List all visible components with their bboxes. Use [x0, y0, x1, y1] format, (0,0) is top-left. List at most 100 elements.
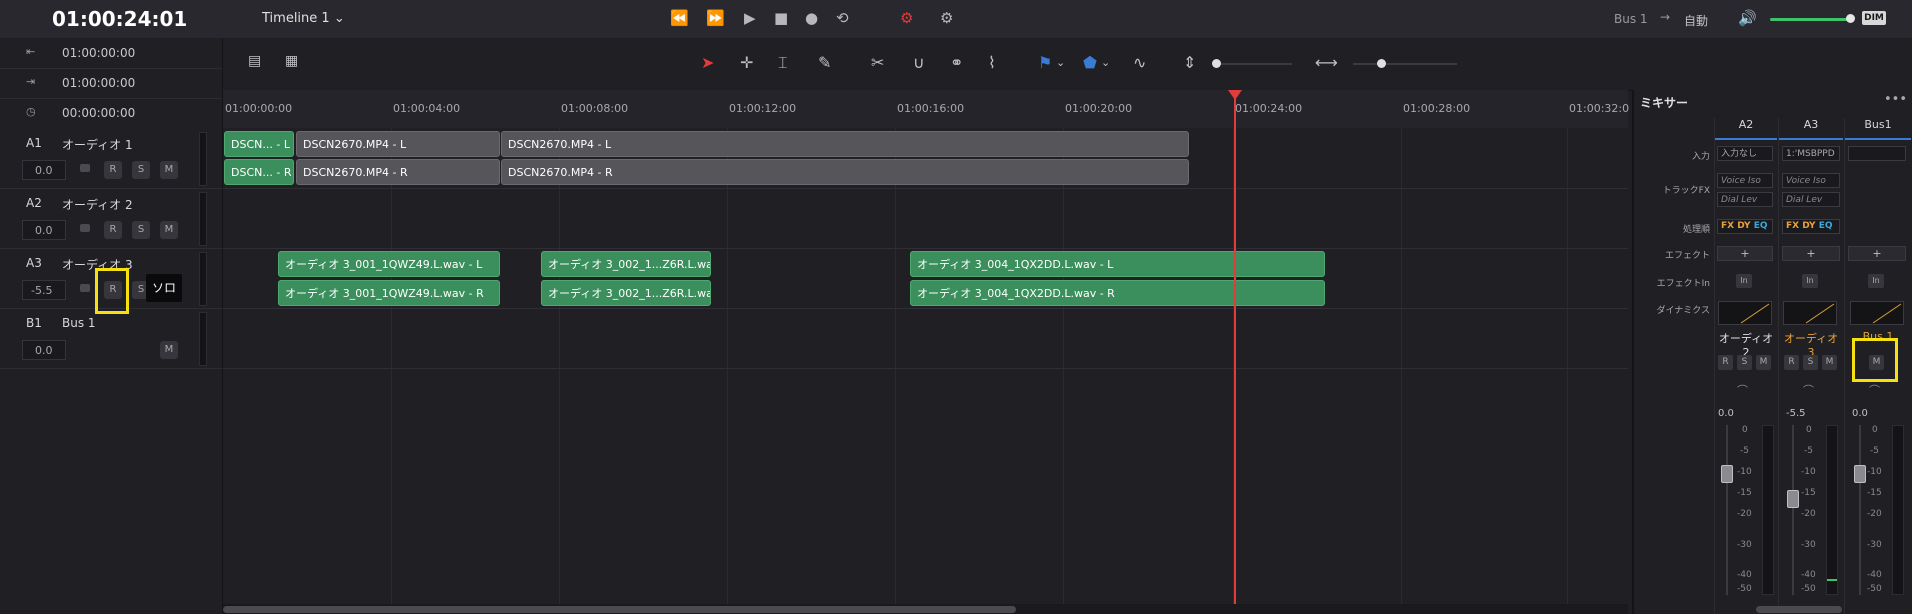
main-volume-slider[interactable] — [1770, 18, 1850, 21]
pan-icon[interactable]: ⌒ — [1869, 382, 1880, 398]
fader-handle[interactable] — [1787, 490, 1799, 508]
input-select[interactable]: 入力なし — [1717, 146, 1773, 161]
record-arm-button[interactable]: R — [104, 161, 122, 179]
rewind-icon[interactable]: ⏪ — [670, 9, 689, 27]
horizontal-zoom-icon[interactable]: ⟷ — [1315, 53, 1338, 72]
timeline-ruler[interactable]: 01:00:00:00 01:00:04:00 01:00:08:00 01:0… — [223, 90, 1629, 129]
audio-clip[interactable]: オーディオ 3_001_1QWZ49.L.wav - L — [278, 251, 500, 277]
input-select[interactable] — [1848, 146, 1906, 161]
timeline-selector[interactable]: Timeline 1 ⌄ — [262, 11, 345, 26]
track-fx-slot[interactable]: Voice Iso — [1782, 173, 1840, 188]
pan-icon[interactable]: ⌒ — [1737, 382, 1748, 398]
audio-clip[interactable]: DSCN2670.MP4 - L — [501, 131, 1189, 157]
record-arm-button[interactable]: R — [1718, 355, 1733, 370]
playhead[interactable] — [1234, 90, 1236, 604]
track-fx-slot[interactable]: Dial Lev — [1717, 192, 1773, 207]
audio-clip[interactable]: オーディオ 3_002_1...Z6R.L.wav - L — [541, 251, 711, 277]
mixer-scrollbar[interactable] — [1756, 606, 1842, 613]
track-header-a1[interactable]: A1 オーディオ 1 0.0 R S M — [0, 128, 222, 189]
input-select[interactable]: 1:'MSBPPD — [1782, 146, 1840, 161]
track-volume[interactable]: -5.5 — [22, 280, 66, 300]
audio-clip[interactable]: DSCN2670.MP4 - L — [296, 131, 500, 157]
lock-icon[interactable] — [80, 224, 90, 232]
trim-icon[interactable]: ⌶ — [778, 53, 788, 73]
add-effect-button[interactable]: + — [1848, 246, 1906, 261]
dynamics-graph[interactable] — [1718, 301, 1772, 325]
mute-button[interactable]: M — [160, 341, 178, 359]
track-header-b1[interactable]: B1 Bus 1 0.0 M — [0, 308, 222, 369]
audio-clip[interactable]: オーディオ 3_001_1QWZ49.L.wav - R — [278, 280, 500, 306]
mute-button[interactable]: M — [1822, 355, 1837, 370]
horizontal-zoom-knob[interactable] — [1377, 59, 1386, 68]
horizontal-scrollbar[interactable] — [223, 606, 1016, 613]
automation-icon[interactable]: ⚙ — [900, 9, 913, 27]
record-icon[interactable]: ● — [805, 9, 818, 27]
range-select-icon[interactable]: ✛ — [740, 53, 753, 72]
record-arm-button[interactable]: R — [104, 221, 122, 239]
more-options-icon[interactable]: ••• — [1884, 92, 1907, 107]
dim-button[interactable]: DIM — [1862, 11, 1886, 25]
automation-curve-icon[interactable]: ⌇ — [988, 53, 996, 72]
stop-icon[interactable]: ■ — [774, 9, 788, 27]
vertical-zoom-slider[interactable] — [1218, 63, 1292, 65]
razor-icon[interactable]: ✂ — [871, 53, 884, 72]
solo-button[interactable]: S — [132, 221, 150, 239]
speaker-icon[interactable]: 🔊 — [1738, 9, 1757, 27]
track-volume[interactable]: 0.0 — [22, 220, 66, 240]
loop-icon[interactable]: ⟲ — [836, 9, 849, 27]
audio-clip[interactable]: DSCN... - L — [224, 131, 294, 157]
audio-clip[interactable]: DSCN2670.MP4 - R — [296, 159, 500, 185]
link-icon[interactable]: ⚭ — [950, 53, 963, 72]
track-name[interactable]: Bus 1 — [62, 316, 96, 330]
track-fx-slot[interactable]: Dial Lev — [1782, 192, 1840, 207]
select-pointer-icon[interactable]: ➤ — [701, 53, 714, 72]
processing-order[interactable]: FX DY EQ — [1717, 219, 1773, 234]
effects-in-button[interactable]: In — [1736, 274, 1752, 288]
lock-icon[interactable] — [80, 284, 90, 292]
audio-clip[interactable]: DSCN2670.MP4 - R — [501, 159, 1189, 185]
vertical-zoom-icon[interactable]: ⇕ — [1183, 53, 1196, 72]
chevron-down-icon[interactable]: ⌄ — [1101, 56, 1110, 69]
fast-forward-icon[interactable]: ⏩ — [706, 9, 725, 27]
view-grid-icon[interactable]: ▦ — [285, 53, 298, 69]
playhead-handle[interactable] — [1228, 90, 1242, 100]
mute-button[interactable]: M — [160, 161, 178, 179]
track-fx-slot[interactable]: Voice Iso — [1717, 173, 1773, 188]
dynamics-graph[interactable] — [1783, 301, 1837, 325]
fader-handle[interactable] — [1854, 465, 1866, 483]
pan-icon[interactable]: ⌒ — [1803, 382, 1814, 398]
solo-button[interactable]: S — [132, 161, 150, 179]
add-effect-button[interactable]: + — [1717, 246, 1773, 261]
snap-icon[interactable]: ∪ — [913, 53, 925, 72]
mute-button[interactable]: M — [1756, 355, 1771, 370]
add-effect-button[interactable]: + — [1782, 246, 1840, 261]
effects-in-button[interactable]: In — [1868, 274, 1884, 288]
audio-clip[interactable]: オーディオ 3_004_1QX2DD.L.wav - L — [910, 251, 1325, 277]
audio-clip[interactable]: オーディオ 3_004_1QX2DD.L.wav - R — [910, 280, 1325, 306]
flag-icon[interactable]: ⚑ — [1038, 53, 1052, 72]
audio-clip[interactable]: オーディオ 3_002_1...Z6R.L.wav - R — [541, 280, 711, 306]
horizontal-zoom-slider[interactable] — [1353, 63, 1457, 65]
record-arm-button[interactable]: R — [1784, 355, 1799, 370]
audio-clip[interactable]: DSCN... - R — [224, 159, 294, 185]
timeline-area[interactable]: DSCN... - L DSCN2670.MP4 - L DSCN2670.MP… — [223, 128, 1628, 604]
chevron-down-icon[interactable]: ⌄ — [1056, 56, 1065, 69]
mute-button[interactable]: M — [160, 221, 178, 239]
processing-order[interactable]: FX DY EQ — [1782, 219, 1840, 234]
play-icon[interactable]: ▶ — [744, 9, 756, 27]
track-header-a2[interactable]: A2 オーディオ 2 0.0 R S M — [0, 188, 222, 249]
track-name[interactable]: オーディオ 1 — [62, 136, 133, 153]
main-volume-knob[interactable] — [1846, 14, 1855, 23]
dynamics-graph[interactable] — [1850, 301, 1904, 325]
settings-icon[interactable]: ⚙ — [940, 9, 953, 27]
vertical-zoom-knob[interactable] — [1212, 59, 1221, 68]
effects-in-button[interactable]: In — [1802, 274, 1818, 288]
lock-icon[interactable] — [80, 164, 90, 172]
track-volume[interactable]: 0.0 — [22, 160, 66, 180]
solo-button[interactable]: S — [1737, 355, 1752, 370]
fader-handle[interactable] — [1721, 465, 1733, 483]
waveform-zoom-icon[interactable]: ∿ — [1133, 53, 1146, 72]
view-stacked-icon[interactable]: ▤ — [248, 53, 261, 69]
marker-icon[interactable]: ⬟ — [1083, 53, 1097, 72]
solo-button[interactable]: S — [1803, 355, 1818, 370]
